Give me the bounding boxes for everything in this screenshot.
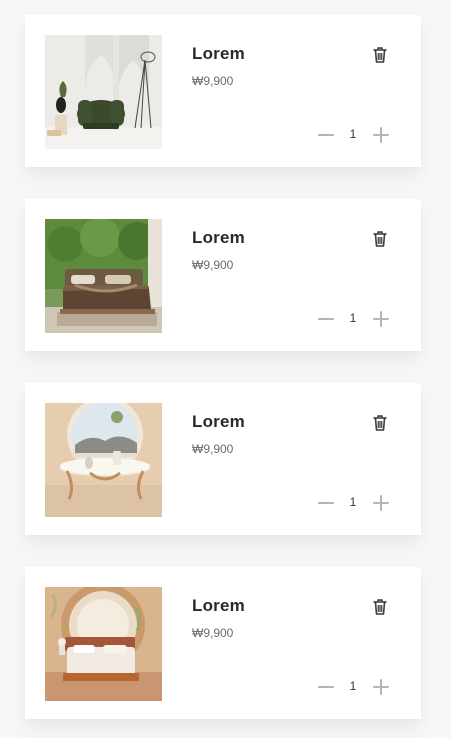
- cart-item-card: Lorem ₩9,900 1: [25, 567, 421, 719]
- minus-icon[interactable]: [317, 310, 335, 328]
- product-price: ₩9,900: [192, 626, 234, 640]
- quantity-value: 1: [349, 495, 357, 509]
- product-name: Lorem: [192, 44, 245, 63]
- product-image: [45, 403, 162, 517]
- trash-icon[interactable]: [371, 229, 389, 248]
- plus-icon[interactable]: [372, 126, 390, 144]
- trash-icon[interactable]: [371, 45, 389, 64]
- minus-icon[interactable]: [317, 494, 335, 512]
- cart-item-card: Lorem ₩9,900 1: [25, 15, 421, 167]
- product-name: Lorem: [192, 412, 245, 431]
- product-image: [45, 35, 162, 149]
- product-name: Lorem: [192, 596, 245, 615]
- product-image: [45, 587, 162, 701]
- cart-item-card: Lorem ₩9,900 1: [25, 383, 421, 535]
- product-name: Lorem: [192, 228, 245, 247]
- trash-icon[interactable]: [371, 597, 389, 616]
- product-price: ₩9,900: [192, 442, 234, 456]
- quantity-value: 1: [349, 127, 357, 141]
- plus-icon[interactable]: [372, 678, 390, 696]
- product-price: ₩9,900: [192, 258, 234, 272]
- minus-icon[interactable]: [317, 678, 335, 696]
- quantity-value: 1: [349, 311, 357, 325]
- plus-icon[interactable]: [372, 494, 390, 512]
- product-image: [45, 219, 162, 333]
- quantity-value: 1: [349, 679, 357, 693]
- cart-item-list: Lorem ₩9,900 1 Lorem ₩9,900 1 Lorem ₩9,9…: [0, 0, 451, 738]
- trash-icon[interactable]: [371, 413, 389, 432]
- plus-icon[interactable]: [372, 310, 390, 328]
- cart-item-card: Lorem ₩9,900 1: [25, 199, 421, 351]
- product-price: ₩9,900: [192, 74, 234, 88]
- minus-icon[interactable]: [317, 126, 335, 144]
